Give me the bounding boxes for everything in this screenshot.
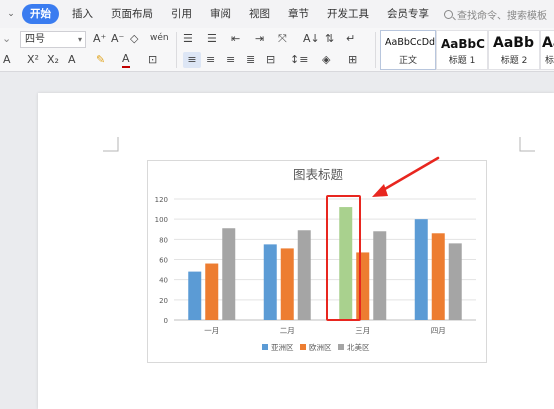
tab-developer[interactable]: 开发工具 (318, 4, 378, 24)
style-heading-2[interactable]: AaBb 标题 2 (488, 30, 540, 70)
char-border-icon[interactable]: ⊡ (148, 52, 157, 68)
text-effect-icon[interactable]: A (68, 52, 76, 68)
tab-page-layout[interactable]: 页面布局 (102, 4, 162, 24)
style-title[interactable]: Aa 标 (540, 30, 554, 70)
style-name: 正文 (398, 56, 417, 66)
tab-view[interactable]: 视图 (240, 4, 279, 24)
style-gallery: AaBbCcDd 正文 AaBbC 标题 1 AaBb 标题 2 Aa 标 (380, 30, 554, 70)
format-painter-caret-icon[interactable]: ⌄ (2, 31, 11, 47)
tab-home[interactable]: 开始 (22, 4, 59, 24)
font-color-icon[interactable]: A (122, 52, 130, 68)
style-sample: AaBbC (441, 37, 485, 51)
search-icon (444, 9, 453, 19)
style-normal[interactable]: AaBbCcDd 正文 (380, 30, 436, 70)
numbered-list-icon[interactable]: ☰ (207, 31, 217, 47)
style-sample: Aa (542, 35, 554, 51)
font-size-select[interactable]: 四号 ▾ (20, 31, 86, 48)
chart-object[interactable] (147, 160, 487, 363)
text-direction-icon[interactable]: A↓ (303, 31, 320, 47)
line-spacing-icon[interactable]: ↕≡ (290, 52, 308, 68)
subscript-icon[interactable]: X₂ (47, 52, 59, 68)
align-left-icon[interactable]: ≡ (183, 52, 201, 68)
style-name: 标题 2 (500, 56, 528, 66)
distributed-icon[interactable]: ⊟ (266, 52, 275, 68)
tab-membership[interactable]: 会员专享 (378, 4, 438, 24)
sort-icon[interactable]: ⇅ (325, 31, 334, 47)
justify-icon[interactable]: ≣ (246, 52, 255, 68)
borders-icon[interactable]: ⊞ (348, 52, 357, 68)
style-heading-1[interactable]: AaBbC 标题 1 (436, 30, 488, 70)
style-name: 标 (545, 56, 554, 66)
collapse-menu-icon[interactable]: ⌄ (0, 9, 22, 19)
font-size-value: 四号 (25, 34, 45, 45)
font-style-icon[interactable]: A (3, 52, 11, 68)
bullet-list-icon[interactable]: ☰ (183, 31, 193, 47)
decrease-indent-icon[interactable]: ⇤ (231, 31, 240, 47)
search-placeholder: 查找命令、搜索模板 (457, 10, 547, 22)
clear-format-icon[interactable]: ◇ (130, 31, 138, 47)
align-right-icon[interactable]: ≡ (226, 52, 235, 68)
chinese-layout-icon[interactable]: ⤧ (278, 31, 287, 47)
show-marks-icon[interactable]: ↵ (346, 31, 355, 47)
command-search[interactable]: 查找命令、搜索模板 (444, 7, 547, 22)
style-sample: AaBb (493, 35, 534, 51)
tab-review[interactable]: 审阅 (201, 4, 240, 24)
tab-insert[interactable]: 插入 (63, 4, 102, 24)
grow-font-icon[interactable]: A⁺ (93, 31, 106, 47)
tab-section[interactable]: 章节 (279, 4, 318, 24)
increase-indent-icon[interactable]: ⇥ (255, 31, 264, 47)
highlight-color-icon[interactable]: ✎ (96, 52, 105, 68)
shading-icon[interactable]: ◈ (322, 52, 330, 68)
phonetic-guide-icon[interactable]: wén (150, 30, 169, 46)
style-name: 标题 1 (448, 56, 476, 66)
ribbon-divider (375, 32, 376, 68)
align-center-icon[interactable]: ≡ (206, 52, 215, 68)
superscript-icon[interactable]: X² (27, 52, 39, 68)
ribbon-toolbar: ⌄ 四号 ▾ A⁺ A⁻ ◇ wén A X² X₂ A ✎ A ⊡ ☰ ☰ ⇤… (0, 28, 554, 72)
shrink-font-icon[interactable]: A⁻ (111, 31, 124, 47)
ribbon-divider (176, 32, 177, 68)
menu-bar: ⌄ 开始 插入 页面布局 引用 审阅 视图 章节 开发工具 会员专享 查找命令、… (0, 0, 554, 28)
chevron-down-icon: ▾ (77, 35, 82, 44)
tab-references[interactable]: 引用 (162, 4, 201, 24)
annotation-highlight-box (326, 195, 361, 321)
style-sample: AaBbCcDd (385, 37, 436, 48)
